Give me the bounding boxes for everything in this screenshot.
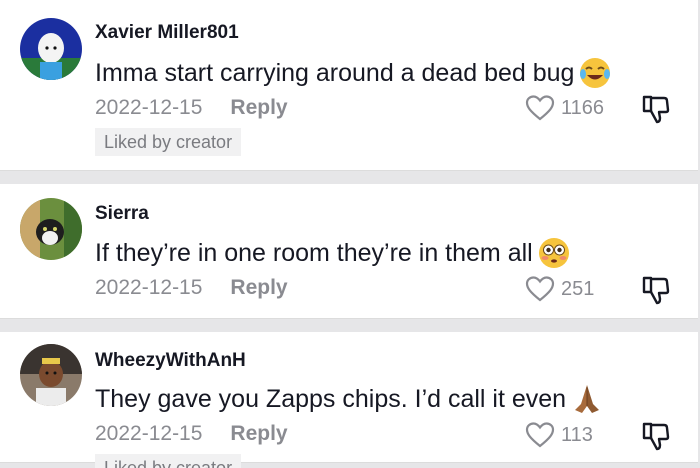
avatar[interactable] bbox=[20, 344, 82, 406]
comment-text-row: They gave you Zapps chips. I’d call it e… bbox=[95, 382, 604, 416]
like-count: 1166 bbox=[561, 96, 605, 119]
face-with-tears-of-joy-icon bbox=[578, 56, 612, 90]
thumbs-down-icon[interactable] bbox=[640, 420, 672, 452]
heart-icon bbox=[525, 276, 555, 302]
comment-card: WheezyWithAnH They gave you Zapps chips.… bbox=[0, 332, 698, 468]
comment-text-row: Imma start carrying around a dead bed bu… bbox=[95, 56, 612, 90]
comment-text-row: If they’re in one room they’re in them a… bbox=[95, 236, 571, 270]
comment-text: Imma start carrying around a dead bed bu… bbox=[95, 58, 575, 87]
like-button[interactable]: 1166 bbox=[525, 94, 604, 122]
comment-date: 2022-12-15 bbox=[95, 96, 203, 119]
comment-text: If they’re in one room they’re in them a… bbox=[95, 238, 533, 267]
comment-date: 2022-12-15 bbox=[95, 422, 203, 445]
comment-meta: 2022-12-15 Reply bbox=[95, 276, 288, 300]
like-button[interactable]: 113 bbox=[525, 421, 593, 449]
flushed-face-icon bbox=[537, 236, 571, 270]
heart-icon bbox=[525, 95, 555, 121]
thumbs-down-icon[interactable] bbox=[640, 274, 672, 306]
like-button[interactable]: 251 bbox=[525, 275, 594, 303]
avatar[interactable] bbox=[20, 18, 82, 80]
liked-by-creator-badge: Liked by creator bbox=[95, 454, 242, 468]
username[interactable]: Xavier Miller801 bbox=[95, 22, 239, 44]
thumbs-down-icon[interactable] bbox=[640, 93, 672, 125]
folded-hands-icon bbox=[570, 382, 604, 416]
like-count: 251 bbox=[561, 277, 595, 300]
comment-text: They gave you Zapps chips. I’d call it e… bbox=[95, 384, 567, 413]
comment-meta: 2022-12-15 Reply bbox=[95, 96, 288, 120]
comment-date: 2022-12-15 bbox=[95, 276, 203, 299]
comment-card: Xavier Miller801 Imma start carrying aro… bbox=[0, 0, 698, 171]
like-count: 113 bbox=[561, 423, 593, 446]
reply-button[interactable]: Reply bbox=[230, 422, 287, 446]
username[interactable]: Sierra bbox=[95, 203, 149, 225]
reply-button[interactable]: Reply bbox=[230, 276, 287, 300]
comment-card: Sierra If they’re in one room they’re in… bbox=[0, 184, 698, 319]
username[interactable]: WheezyWithAnH bbox=[95, 350, 246, 372]
comment-meta: 2022-12-15 Reply bbox=[95, 422, 288, 446]
liked-by-creator-badge: Liked by creator bbox=[95, 128, 242, 156]
reply-button[interactable]: Reply bbox=[230, 96, 287, 120]
avatar[interactable] bbox=[20, 198, 82, 260]
heart-icon bbox=[525, 422, 555, 448]
